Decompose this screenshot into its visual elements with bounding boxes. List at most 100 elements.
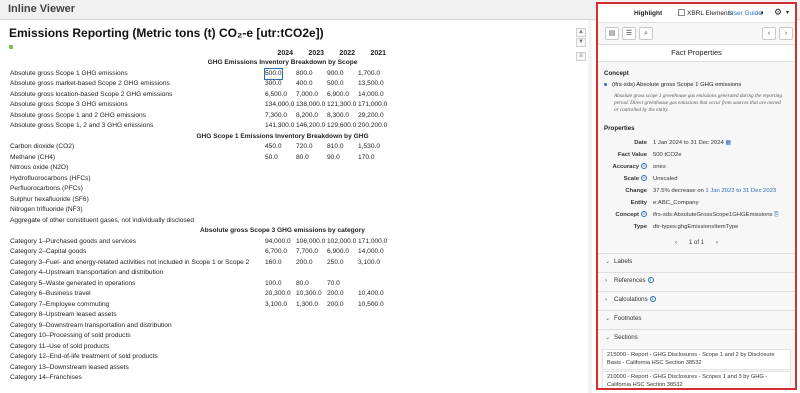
calculations-section-toggle[interactable]: › Calculations i [598,291,795,309]
table-row: Carbon dioxide (CO2) 450.0 720.0 810.0 1,530… [0,142,592,153]
fact-value-cell[interactable]: 20,300.0 [265,289,291,300]
gear-icon[interactable]: ⚙ [774,7,782,18]
sections-section-toggle[interactable]: ⌄ Sections [598,329,795,347]
prop-value: dtr-types:ghgEmissionsItemType [653,224,739,230]
fact-value-cell[interactable]: 810.0 [327,142,344,153]
row-label: Category 1–Purchased goods and services [10,237,137,245]
vertical-scrollbar[interactable] [588,20,592,393]
xbrl-elements-label: XBRL Elements [687,10,733,17]
fact-value-cell[interactable]: 121,300.0 [327,100,356,111]
section-link[interactable]: 210000 - Report - GHG Disclosures - Scop… [602,371,791,388]
document-outline-icon[interactable]: ▤ [605,27,619,40]
fact-value-cell[interactable]: 8,300.0 [327,111,349,122]
fact-value-cell[interactable]: 7,000.0 [296,90,318,101]
fact-value-cell[interactable]: 170.0 [358,153,375,164]
labels-section-toggle[interactable]: ⌄ Labels [598,253,795,271]
fact-value-cell[interactable]: 400.0 [296,79,313,90]
fact-value-cell[interactable]: 900.0 [327,69,344,80]
fact-value-cell[interactable]: 138,000.0 [296,100,325,111]
fact-value-cell[interactable]: 1,700.0 [358,69,380,80]
fact-value-cell[interactable]: 500.0 [327,79,344,90]
fact-value-cell[interactable]: 6,700.0 [265,247,287,258]
fact-value-cell[interactable]: 171,000.0 [358,100,387,111]
fact-value-cell[interactable]: 146,200.0 [296,121,325,132]
fact-value-cell[interactable]: 3,100.0 [358,258,380,269]
fact-value-cell[interactable]: 1,530.0 [358,142,380,153]
table-section-heading: GHG Emissions Inventory Breakdown by Sco… [0,58,592,69]
next-fact-button[interactable]: › [779,27,793,40]
fact-value-cell[interactable]: 13,500.0 [358,79,384,90]
info-icon[interactable]: i [649,296,656,303]
list-icon[interactable]: ☰ [622,27,636,40]
fact-value-cell[interactable]: 10,400.0 [358,289,384,300]
fact-value-cell[interactable]: 10,500.0 [358,300,384,311]
xbrl-elements-checkbox[interactable] [678,9,685,16]
info-icon[interactable]: i [641,163,647,170]
table-row: Absolute gross Scope 1, 2 and 3 GHG emis… [0,121,592,132]
fact-value-cell[interactable]: 90.0 [327,153,340,164]
scroll-up-button[interactable]: ▲ [576,28,586,37]
fact-value-cell[interactable]: 250.0 [327,258,344,269]
chevron-down-icon[interactable]: ▾ [786,9,789,16]
section-link[interactable]: 215000 - Report - GHG Disclosures - Scop… [602,349,791,370]
search-icon[interactable]: ⌕ [639,27,653,40]
fact-value-cell[interactable]: 200.0 [327,300,344,311]
fact-value-cell[interactable]: 8,200.0 [296,111,318,122]
fact-value-cell[interactable]: 450.0 [265,142,282,153]
fact-value-cell[interactable]: 129,600.0 [327,121,356,132]
fact-value-cell[interactable]: 134,000.0 [265,100,294,111]
fact-value-cell[interactable]: 70.0 [327,279,340,290]
change-period-link[interactable]: 1 Jan 2023 to 31 Dec 2023 [705,188,776,194]
table-row: Absolute gross Scope 3 GHG emissions 134,… [0,100,592,111]
fact-value-cell[interactable]: 10,300.0 [296,289,322,300]
fact-value-cell[interactable]: 200.0 [327,289,344,300]
fact-value-cell[interactable]: 94,000.0 [265,237,291,248]
fact-value-cell[interactable]: 80.0 [296,153,309,164]
copy-icon[interactable]: ⎘ [774,212,779,218]
fact-value-cell[interactable]: 100.0 [265,279,282,290]
fact-value-cell[interactable]: 200.0 [296,258,313,269]
fact-value-cell[interactable]: 6,900.0 [327,247,349,258]
row-label: Category 5–Waste generated in operations [10,279,136,287]
fact-value-cell[interactable]: 6,900.0 [327,90,349,101]
fact-value-cell[interactable]: 720.0 [296,142,313,153]
fact-value-cell[interactable]: 50.0 [265,153,278,164]
fact-value-cell[interactable]: 500.0 [264,67,283,80]
info-icon[interactable]: i [647,277,654,284]
info-icon[interactable]: i [641,211,647,218]
previous-fact-button[interactable]: ‹ [762,27,776,40]
fact-value-cell[interactable]: 200,200.0 [358,121,387,132]
references-section-toggle[interactable]: › References i [598,272,795,290]
fact-value-cell[interactable]: 7,700.0 [296,247,318,258]
scroll-down-button[interactable]: ▼ [576,38,586,47]
fact-value-cell[interactable]: 7,300.0 [265,111,287,122]
contrast-toggle-icon[interactable]: ◑ [759,8,764,17]
print-icon[interactable]: ≡ [576,52,586,61]
fact-value-cell[interactable]: 1,300.0 [296,300,318,311]
info-icon[interactable]: i [641,175,647,182]
fact-value-cell[interactable]: 171,000.0 [358,237,387,248]
fact-value-cell[interactable]: 102,000.0 [327,237,356,248]
hidden-facts-marker[interactable] [9,45,13,49]
inspector-panel: Highlight XBRL Elements User Guide ◑ ⚙ ▾… [596,2,797,390]
prop-concept: Concept i ifrs-sds:AbsoluteGrossScope1GHG… [598,209,795,221]
fact-value-cell[interactable]: 14,000.0 [358,247,384,258]
footnotes-section-toggle[interactable]: ⌄ Footnotes [598,310,795,328]
fact-value-cell[interactable]: 80.0 [296,279,309,290]
prop-key: Concept i [598,209,647,221]
fact-value-cell[interactable]: 800.0 [296,69,313,80]
row-label: Aggregate of other constituent gases, no… [10,216,195,224]
calendar-icon[interactable]: ▦ [725,140,731,146]
pager-next-icon[interactable]: › [716,240,718,246]
fact-value-cell[interactable]: 14,000.0 [358,90,384,101]
fact-value-cell[interactable]: 141,300.0 [265,121,294,132]
pager-prev-icon[interactable]: ‹ [675,240,677,246]
fact-value-cell[interactable]: 300.0 [265,79,282,90]
fact-value-cell[interactable]: 6,500.0 [265,90,287,101]
fact-value-cell[interactable]: 3,100.0 [265,300,287,311]
fact-value-cell[interactable]: 160.0 [265,258,282,269]
document-view[interactable]: Emissions Reporting (Metric tons (t) CO₂… [0,20,592,393]
fact-value-cell[interactable]: 29,200.0 [358,111,384,122]
fact-value-cell[interactable]: 106,000.0 [296,237,325,248]
user-guide-link[interactable]: User Guide [729,10,762,17]
